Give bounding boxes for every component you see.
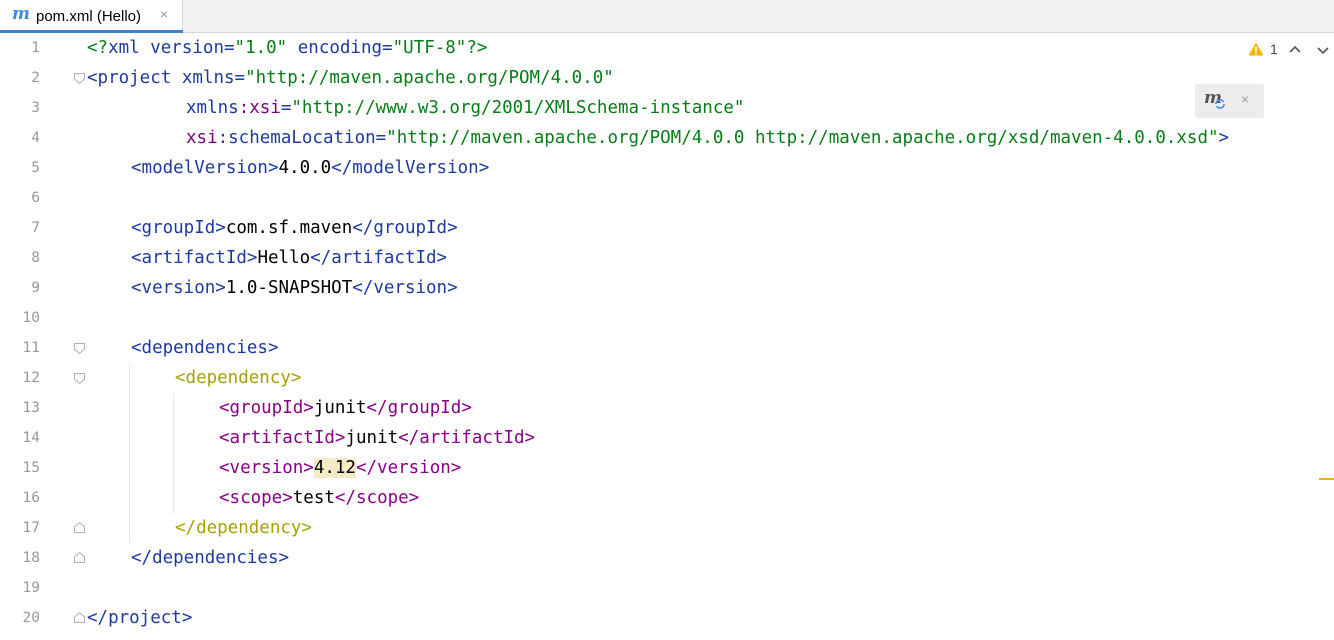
- line-number: 1: [31, 40, 40, 56]
- editor-tab-bar: m pom.xml (Hello) ×: [0, 0, 1334, 33]
- fold-end-icon[interactable]: [74, 552, 85, 563]
- line-number: 13: [22, 400, 40, 416]
- fold-collapse-icon[interactable]: [74, 343, 85, 354]
- code-line-18: </dependencies>: [131, 548, 290, 568]
- line-number: 10: [22, 310, 40, 326]
- scrollbar-warning-marker[interactable]: [1319, 478, 1334, 480]
- maven-reload-popup[interactable]: m ×: [1195, 84, 1264, 118]
- warning-count: 1: [1270, 41, 1278, 57]
- close-popup-icon[interactable]: ×: [1241, 91, 1249, 107]
- line-number: 9: [31, 280, 40, 296]
- code-line-5: <modelVersion>4.0.0</modelVersion>: [131, 158, 490, 178]
- line-number: 7: [31, 220, 40, 236]
- line-number: 17: [22, 520, 40, 536]
- line-number: 6: [31, 190, 40, 206]
- code-line-2: <project xmlns="http://maven.apache.org/…: [87, 68, 614, 88]
- line-number: 3: [31, 100, 40, 116]
- line-number: 14: [22, 430, 40, 446]
- line-number: 11: [22, 340, 40, 356]
- tab-label: pom.xml (Hello): [36, 8, 142, 25]
- line-number: 19: [22, 580, 40, 596]
- code-line-1: <?xml version="1.0" encoding="UTF-8"?>: [87, 38, 488, 58]
- code-line-13: <groupId>junit</groupId>: [219, 398, 472, 418]
- line-number: 4: [31, 130, 40, 146]
- code-editor[interactable]: 1 2 3 4 5 6 7 8 9 10 11 12 13 14 15 16 1…: [0, 33, 1334, 640]
- line-number: 16: [22, 490, 40, 506]
- fold-collapse-icon[interactable]: [74, 373, 85, 384]
- code-line-17: </dependency>: [175, 518, 312, 538]
- line-number: 12: [22, 370, 40, 386]
- close-tab-icon[interactable]: ×: [160, 6, 168, 22]
- code-line-11: <dependencies>: [131, 338, 279, 358]
- line-number: 18: [22, 550, 40, 566]
- code-line-8: <artifactId>Hello</artifactId>: [131, 248, 448, 268]
- warning-icon: [1248, 42, 1264, 56]
- tab-pom-xml[interactable]: m pom.xml (Hello) ×: [0, 0, 183, 33]
- line-number: 8: [31, 250, 40, 266]
- sync-icon: [1215, 99, 1225, 109]
- chevron-up-icon[interactable]: [1288, 43, 1302, 57]
- code-line-12: <dependency>: [175, 368, 302, 388]
- code-line-4: xsi:schemaLocation="http://maven.apache.…: [186, 128, 1230, 148]
- code-line-14: <artifactId>junit</artifactId>: [219, 428, 536, 448]
- fold-collapse-icon[interactable]: [74, 73, 85, 84]
- code-line-3: xmlns:xsi="http://www.w3.org/2001/XMLSch…: [186, 98, 745, 118]
- code-line-9: <version>1.0-SNAPSHOT</version>: [131, 278, 458, 298]
- code-line-7: <groupId>com.sf.maven</groupId>: [131, 218, 458, 238]
- code-line-20: </project>: [87, 608, 193, 628]
- line-number: 2: [31, 70, 40, 86]
- fold-end-icon[interactable]: [74, 612, 85, 623]
- line-number: 5: [31, 160, 40, 176]
- code-line-15: <version>4.12</version>: [219, 458, 462, 478]
- indent-guide: [173, 393, 174, 513]
- maven-file-icon: m: [12, 4, 30, 24]
- code-line-16: <scope>test</scope>: [219, 488, 420, 508]
- fold-end-icon[interactable]: [74, 522, 85, 533]
- chevron-down-icon[interactable]: [1316, 43, 1330, 57]
- line-number: 20: [22, 610, 40, 626]
- indent-guide: [129, 363, 130, 543]
- line-number: 15: [22, 460, 40, 476]
